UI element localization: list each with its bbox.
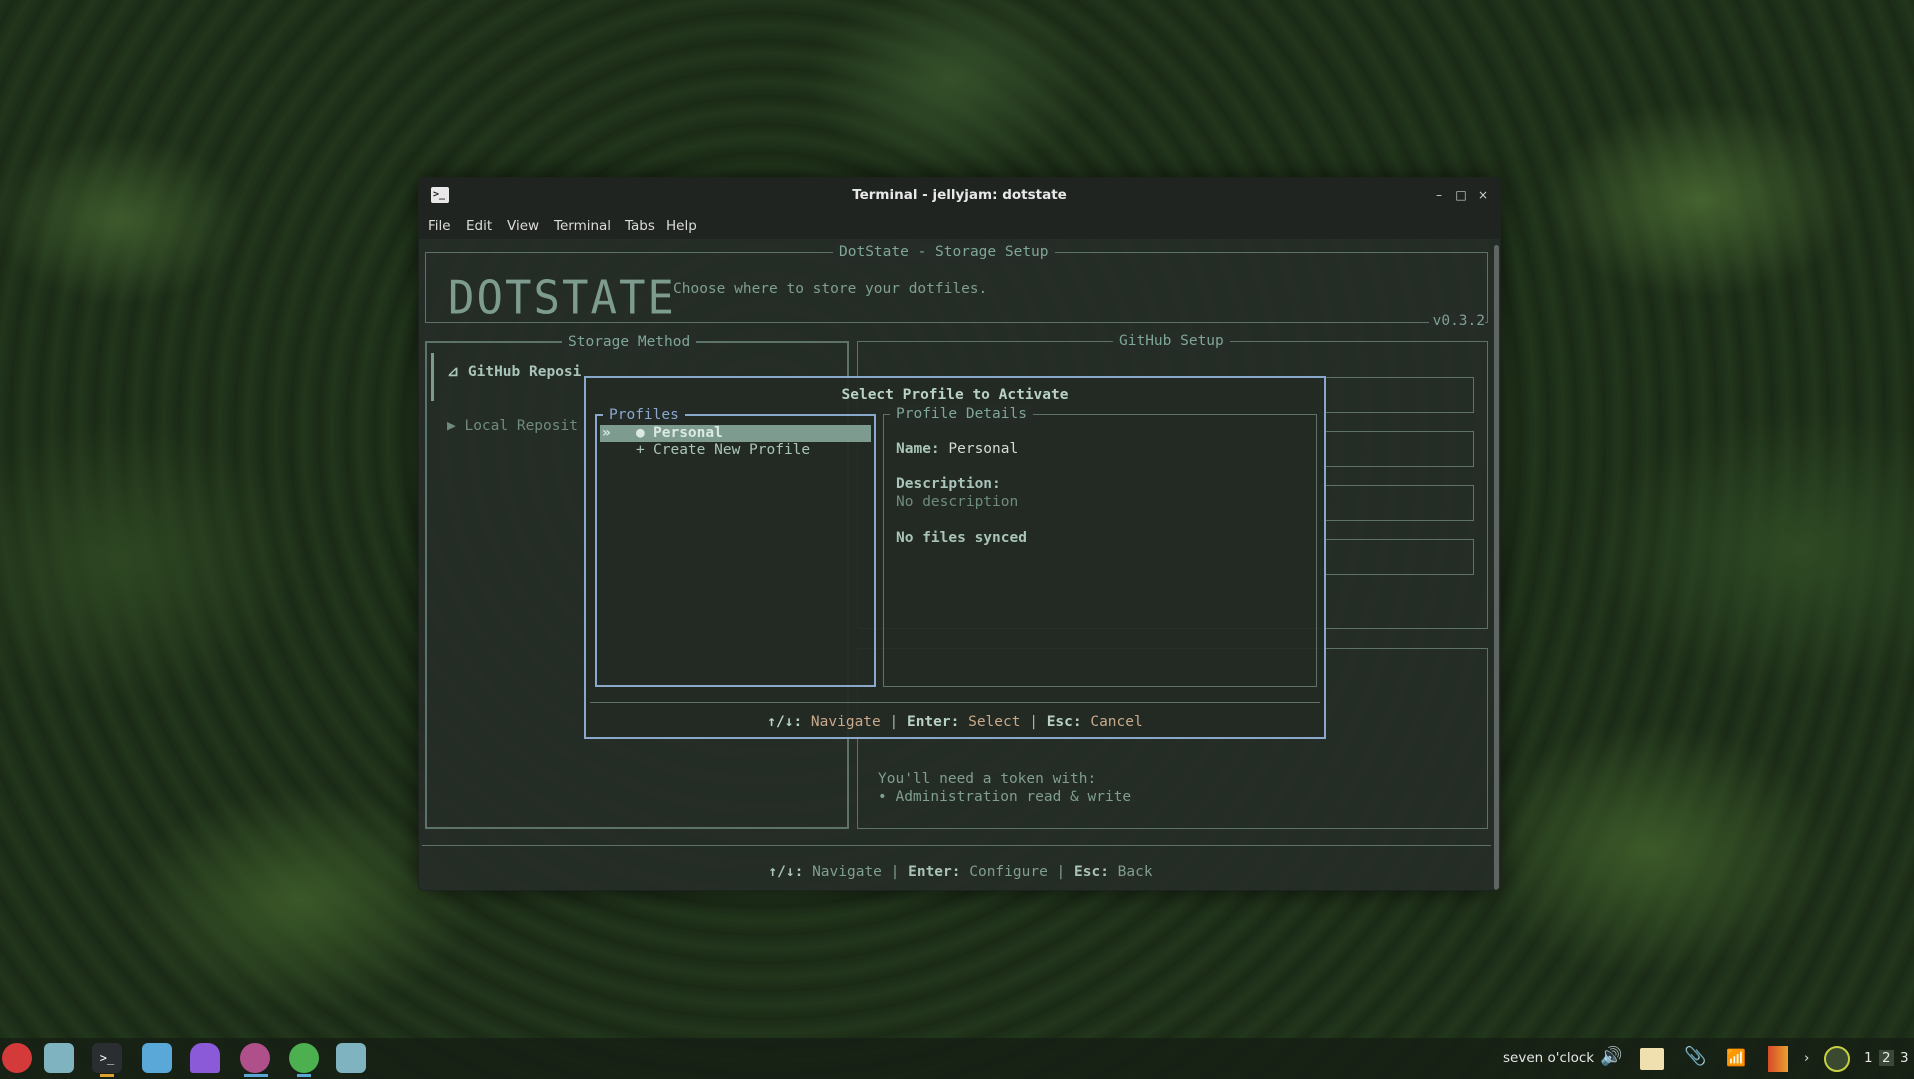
folder-icon[interactable] bbox=[336, 1043, 366, 1073]
notes-icon[interactable] bbox=[1640, 1048, 1664, 1070]
profile-description-value: No description bbox=[896, 494, 1019, 510]
browser-icon[interactable] bbox=[240, 1043, 270, 1073]
menu-file[interactable]: File bbox=[428, 218, 451, 234]
chrome-icon[interactable] bbox=[289, 1043, 319, 1073]
menu-view[interactable]: View bbox=[507, 218, 539, 234]
minimize-icon[interactable]: – bbox=[1432, 188, 1446, 202]
window-title: Terminal - jellyjam: dotstate bbox=[852, 187, 1067, 203]
profile-details-box: Profile Details Name: Personal Descripti… bbox=[883, 405, 1317, 687]
github-field-3[interactable] bbox=[1320, 485, 1474, 521]
menu-help[interactable]: Help bbox=[666, 218, 697, 234]
github-field-2[interactable] bbox=[1320, 431, 1474, 467]
dotstate-logo: DOTSTATE bbox=[448, 271, 676, 326]
github-field-4[interactable] bbox=[1320, 539, 1474, 575]
workspace-2[interactable]: 2 bbox=[1879, 1050, 1894, 1066]
select-profile-dialog: Select Profile to Activate Profiles » ● … bbox=[584, 376, 1326, 739]
token-note-line-2: • Administration read & write bbox=[878, 789, 1132, 805]
paperclip-icon[interactable]: 📎 bbox=[1684, 1046, 1706, 1067]
chrome-indicator bbox=[297, 1074, 311, 1077]
active-app-indicator bbox=[100, 1074, 114, 1077]
header-subtitle: Choose where to store your dotfiles. bbox=[673, 281, 988, 297]
debian-menu-icon[interactable] bbox=[2, 1043, 32, 1073]
menu-bar: File Edit View Terminal Tabs Help bbox=[419, 213, 1500, 239]
profiles-list-box: Profiles » ● Personal + Create New Profi… bbox=[595, 406, 876, 687]
dialog-footer-divider bbox=[590, 702, 1320, 703]
workspace-3[interactable]: 3 bbox=[1900, 1050, 1909, 1066]
workspace-1[interactable]: 1 bbox=[1864, 1050, 1873, 1066]
expand-arrow-icon: ⊿ bbox=[447, 364, 460, 380]
main-footer-hints: ↑/↓: Navigate | Enter: Configure | Esc: … bbox=[768, 864, 1153, 880]
taskbar: >_ seven o'clock 🔊 📎 📶 › 1 2 3 bbox=[0, 1038, 1914, 1079]
app-indicator-icon[interactable] bbox=[1768, 1046, 1788, 1072]
profile-label: Personal bbox=[653, 425, 723, 441]
selection-bar bbox=[431, 353, 434, 401]
obsidian-icon[interactable] bbox=[190, 1043, 220, 1073]
github-field-1[interactable] bbox=[1320, 377, 1474, 413]
wifi-icon[interactable]: 📶 bbox=[1726, 1048, 1746, 1067]
version-label: v0.3.2 bbox=[1428, 313, 1485, 329]
files-synced-status: No files synced bbox=[896, 530, 1027, 546]
profiles-title: Profiles bbox=[603, 406, 685, 424]
file-manager-icon[interactable] bbox=[44, 1043, 74, 1073]
github-setup-title: GitHub Setup bbox=[1113, 332, 1230, 350]
selected-marker-icon: » bbox=[602, 425, 611, 441]
profile-item-create-new[interactable]: + Create New Profile bbox=[600, 442, 871, 459]
profile-name-row: Name: Personal bbox=[896, 441, 1019, 457]
storage-item-local[interactable]: ▶ Local Reposit bbox=[447, 418, 578, 434]
plus-icon: + bbox=[636, 442, 645, 458]
terminal-taskbar-icon[interactable]: >_ bbox=[92, 1043, 122, 1073]
title-bar[interactable]: >_ Terminal - jellyjam: dotstate – □ × bbox=[419, 178, 1500, 213]
menu-tabs[interactable]: Tabs bbox=[625, 218, 655, 234]
header-box: DotState - Storage Setup DOTSTATE Choose… bbox=[425, 243, 1488, 329]
close-icon[interactable]: × bbox=[1476, 188, 1490, 202]
storage-item-label: GitHub Reposi bbox=[467, 364, 582, 380]
storage-item-github[interactable]: ⊿ GitHub Reposi bbox=[447, 364, 581, 380]
profile-details-title: Profile Details bbox=[890, 405, 1033, 423]
profile-description-label: Description: bbox=[896, 476, 1001, 492]
storage-method-title: Storage Method bbox=[562, 333, 697, 351]
profile-item-personal[interactable]: » ● Personal bbox=[600, 425, 871, 442]
dialog-footer-hints: ↑/↓: Navigate | Enter: Select | Esc: Can… bbox=[767, 714, 1143, 730]
active-dot-icon: ● bbox=[636, 425, 645, 441]
clock[interactable]: seven o'clock bbox=[1503, 1050, 1594, 1066]
profile-label: Create New Profile bbox=[653, 442, 811, 458]
volume-icon[interactable]: 🔊 bbox=[1600, 1046, 1622, 1067]
text-editor-icon[interactable] bbox=[142, 1043, 172, 1073]
collapse-arrow-icon: ▶ bbox=[447, 418, 456, 434]
dialog-title: Select Profile to Activate bbox=[841, 387, 1069, 403]
footer-divider bbox=[422, 845, 1491, 846]
scrollbar[interactable] bbox=[1494, 245, 1499, 890]
menu-edit[interactable]: Edit bbox=[466, 218, 492, 234]
chevron-right-icon[interactable]: › bbox=[1804, 1050, 1809, 1066]
update-icon[interactable] bbox=[1824, 1046, 1850, 1072]
menu-terminal[interactable]: Terminal bbox=[554, 218, 611, 234]
maximize-icon[interactable]: □ bbox=[1454, 188, 1468, 202]
browser-indicator bbox=[244, 1074, 268, 1077]
header-title: DotState - Storage Setup bbox=[833, 243, 1055, 261]
token-note-line-1: You'll need a token with: bbox=[878, 771, 1097, 787]
storage-item-label: Local Reposit bbox=[464, 418, 578, 434]
